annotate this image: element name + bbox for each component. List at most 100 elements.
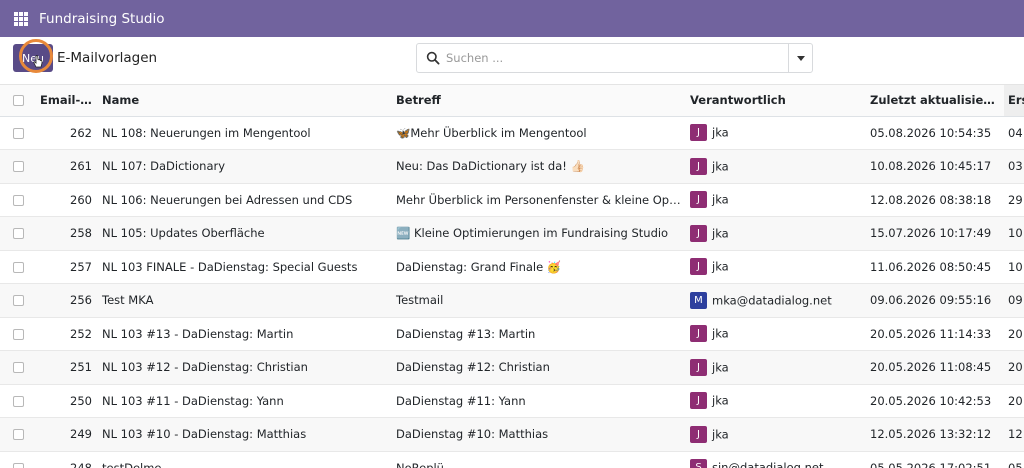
cell-created: 03 — [1004, 149, 1024, 184]
search-input[interactable] — [446, 48, 776, 68]
column-header-created[interactable]: Ers — [1004, 85, 1024, 117]
responsible-user: jka — [712, 159, 729, 174]
row-checkbox[interactable] — [13, 462, 24, 468]
cell-email-id: 251 — [36, 350, 98, 385]
row-checkbox[interactable] — [13, 328, 24, 340]
table-row[interactable]: 258 NL 105: Updates Oberfläche 🆕 Kleine Op… — [0, 216, 1024, 251]
cell-name: NL 103 #13 - DaDienstag: Martin — [98, 317, 392, 351]
avatar: J — [690, 157, 707, 175]
cell-created: 10 — [1004, 216, 1024, 251]
row-checkbox[interactable] — [13, 127, 24, 139]
responsible-user: jka — [712, 427, 729, 442]
column-header-responsible[interactable]: Verantwortlich — [686, 85, 866, 117]
row-checkbox[interactable] — [13, 194, 24, 206]
cell-responsible: Jjka — [686, 216, 866, 251]
cell-name: NL 107: DaDictionary — [98, 149, 392, 184]
row-select-cell — [0, 350, 36, 385]
email-templates-table: Email-ID Name Betreff Verantwortlich Zul… — [0, 85, 1024, 468]
avatar: M — [690, 291, 707, 309]
cell-created: 09 — [1004, 283, 1024, 318]
row-select-cell — [0, 116, 36, 150]
cell-created: 20 — [1004, 317, 1024, 351]
avatar: J — [690, 358, 707, 376]
row-select-cell — [0, 451, 36, 468]
cell-responsible: Jjka — [686, 116, 866, 150]
responsible-user: jka — [712, 226, 729, 241]
cell-responsible: Jjka — [686, 183, 866, 217]
cell-name: NL 105: Updates Oberfläche — [98, 216, 392, 251]
cell-name: Test MKA — [98, 283, 392, 318]
cell-email-id: 248 — [36, 451, 98, 468]
table-row[interactable]: 248 testDelme NoReplü Ssin@datadialog.net 05… — [0, 451, 1024, 468]
cell-subject: DaDienstag #13: Martin — [392, 317, 686, 351]
table-row[interactable]: 249 NL 103 #10 - DaDienstag: Matthias DaDi… — [0, 417, 1024, 452]
cell-subject: Mehr Überblick im Personenfenster & klei… — [392, 183, 686, 217]
table-row[interactable]: 251 NL 103 #12 - DaDienstag: Christian DaD… — [0, 350, 1024, 385]
responsible-user: mka@datadialog.net — [712, 293, 832, 308]
row-select-cell — [0, 183, 36, 217]
cell-created: 20 — [1004, 350, 1024, 385]
cell-name: NL 108: Neuerungen im Mengentool — [98, 116, 392, 150]
row-checkbox[interactable] — [13, 429, 24, 441]
cell-name: NL 103 #12 - DaDienstag: Christian — [98, 350, 392, 385]
row-checkbox[interactable] — [13, 362, 24, 374]
cell-email-id: 256 — [36, 283, 98, 318]
cell-updated: 09.06.2026 09:55:16 — [866, 283, 1004, 318]
row-select-cell — [0, 384, 36, 418]
cell-updated: 05.05.2026 17:02:51 — [866, 451, 1004, 468]
table-row[interactable]: 257 NL 103 FINALE - DaDienstag: Special G… — [0, 250, 1024, 284]
row-checkbox[interactable] — [13, 161, 24, 173]
column-header-name[interactable]: Name — [98, 85, 392, 117]
responsible-user: sin@datadialog.net — [712, 460, 824, 468]
cell-updated: 05.08.2026 10:54:35 — [866, 116, 1004, 150]
cell-email-id: 257 — [36, 250, 98, 284]
select-all-checkbox[interactable] — [13, 95, 24, 107]
responsible-user: jka — [712, 192, 729, 207]
cell-updated: 20.05.2026 11:08:45 — [866, 350, 1004, 385]
table-row[interactable]: 250 NL 103 #11 - DaDienstag: Yann DaDienst… — [0, 384, 1024, 418]
row-checkbox[interactable] — [13, 261, 24, 273]
cell-created: 20 — [1004, 384, 1024, 418]
cell-responsible: Jjka — [686, 317, 866, 351]
cell-email-id: 250 — [36, 384, 98, 418]
table-header-row: Email-ID Name Betreff Verantwortlich Zul… — [0, 85, 1024, 117]
cell-email-id: 249 — [36, 417, 98, 452]
caret-down-icon — [796, 55, 805, 61]
table-row[interactable]: 260 NL 106: Neuerungen bei Adressen und C… — [0, 183, 1024, 217]
search-box[interactable] — [416, 43, 813, 73]
row-select-cell — [0, 317, 36, 351]
avatar: J — [690, 325, 707, 343]
row-select-cell — [0, 149, 36, 184]
cell-created: 05 — [1004, 451, 1024, 468]
app-menu-icon[interactable] — [14, 11, 28, 26]
table-row[interactable]: 262 NL 108: Neuerungen im Mengentool 🦋Mehr… — [0, 116, 1024, 150]
select-all-cell — [0, 85, 36, 117]
column-header-updated[interactable]: Zuletzt aktualisiert am — [866, 85, 1004, 117]
avatar: J — [690, 124, 707, 142]
row-checkbox[interactable] — [13, 228, 24, 240]
page-title: E-Mailvorlagen — [57, 50, 158, 66]
app-title[interactable]: Fundraising Studio — [39, 11, 164, 27]
avatar: J — [690, 258, 707, 276]
row-checkbox[interactable] — [13, 295, 24, 307]
cell-responsible: Jjka — [686, 149, 866, 184]
list-view: Email-ID Name Betreff Verantwortlich Zul… — [0, 85, 1024, 468]
cell-email-id: 258 — [36, 216, 98, 251]
responsible-user: jka — [712, 393, 729, 408]
row-checkbox[interactable] — [13, 395, 24, 407]
avatar: J — [690, 392, 707, 410]
column-header-subject[interactable]: Betreff — [392, 85, 686, 117]
cell-created: 10 — [1004, 250, 1024, 284]
table-row[interactable]: 256 Test MKA Testmail Mmka@datadialog.net 09… — [0, 283, 1024, 318]
cell-subject: Testmail — [392, 283, 686, 318]
row-select-cell — [0, 216, 36, 251]
table-row[interactable]: 261 NL 107: DaDictionary Neu: Das DaDictio… — [0, 149, 1024, 184]
cell-subject: 🆕 Kleine Optimierungen im Fundraising St… — [392, 216, 686, 251]
cell-subject: Neu: Das DaDictionary ist da! 👍🏻 — [392, 149, 686, 184]
cell-updated: 15.07.2026 10:17:49 — [866, 216, 1004, 251]
table-row[interactable]: 252 NL 103 #13 - DaDienstag: Martin DaDien… — [0, 317, 1024, 351]
search-options-toggle[interactable] — [788, 44, 812, 72]
column-header-email-id[interactable]: Email-ID — [36, 85, 98, 117]
responsible-user: jka — [712, 259, 729, 274]
avatar: J — [690, 425, 707, 443]
